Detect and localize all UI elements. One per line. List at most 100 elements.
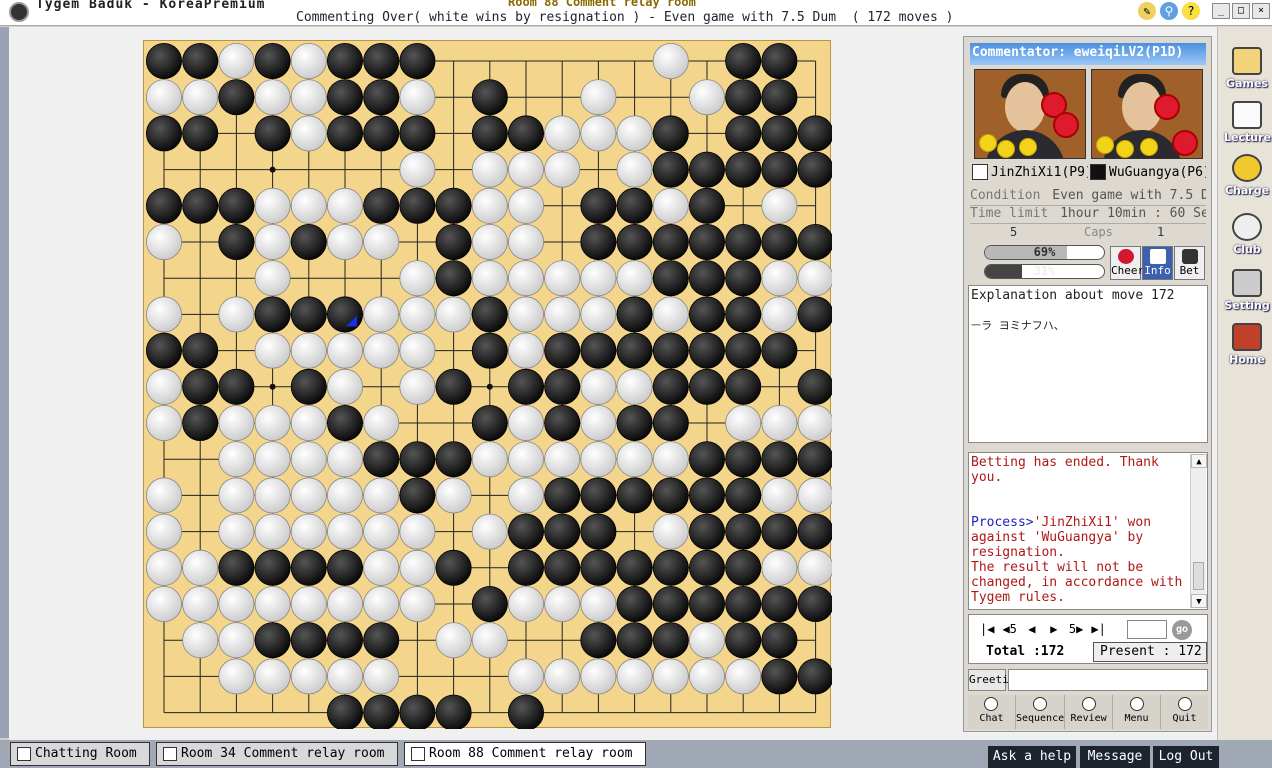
- white-stone: [363, 332, 400, 369]
- board-svg[interactable]: [144, 41, 832, 729]
- fwd5-button[interactable]: 5▶: [1069, 622, 1083, 636]
- black-stone: [145, 115, 183, 152]
- black-stone: [725, 477, 762, 514]
- white-stone: [254, 260, 291, 297]
- black-stone: [616, 477, 653, 514]
- white-stone: [363, 586, 400, 623]
- white-stone: [363, 477, 400, 514]
- chat-log[interactable]: Betting has ended. Thank you. Process>'J…: [968, 452, 1208, 610]
- search-icon[interactable]: ⚲: [1160, 2, 1178, 20]
- black-stone: [363, 42, 400, 80]
- tip-icon[interactable]: ?: [1182, 2, 1200, 20]
- white-stone: [290, 332, 327, 369]
- prev-move-button[interactable]: ◀: [1025, 622, 1039, 636]
- black-stone: [254, 549, 291, 586]
- minimize-button[interactable]: _: [1212, 3, 1230, 19]
- white-stone: [326, 187, 363, 224]
- scroll-down-icon[interactable]: ▼: [1191, 594, 1207, 608]
- white-stone: [507, 404, 544, 441]
- go-board[interactable]: [143, 40, 832, 729]
- menu-button[interactable]: Menu: [1113, 695, 1162, 729]
- black-stone: [652, 223, 689, 260]
- maximize-button[interactable]: □: [1232, 3, 1250, 19]
- people-icon: [1232, 213, 1262, 241]
- scroll-thumb[interactable]: [1193, 562, 1204, 590]
- side-lecture[interactable]: Lecture: [1224, 99, 1271, 145]
- logout-button[interactable]: Log Out: [1153, 746, 1219, 768]
- side-home[interactable]: Home: [1224, 321, 1270, 367]
- white-stone: [290, 79, 327, 116]
- white-stone: [326, 223, 363, 260]
- tab-room-34[interactable]: Room 34 Comment relay room: [156, 742, 398, 766]
- black-stone: [689, 260, 726, 297]
- quit-icon: [1177, 697, 1192, 711]
- tab-chatting-room[interactable]: Chatting Room: [10, 742, 150, 766]
- next-move-button[interactable]: ▶: [1047, 622, 1061, 636]
- white-stone: [652, 296, 689, 333]
- quit-button[interactable]: Quit: [1161, 695, 1208, 729]
- black-stone: [435, 368, 472, 405]
- move-number-input[interactable]: [1127, 620, 1167, 639]
- side-games[interactable]: Games: [1224, 45, 1270, 91]
- note-icon[interactable]: ✎: [1138, 2, 1156, 20]
- black-stone: [471, 115, 508, 152]
- black-stone: [797, 586, 832, 622]
- chat-button[interactable]: Chat: [968, 695, 1016, 729]
- black-stone: [290, 549, 327, 586]
- black-stone: [399, 477, 436, 514]
- white-stone: [616, 115, 653, 152]
- timelimit-value: 1hour 10min : 60 Sec / 5: [1060, 206, 1206, 221]
- chat-scrollbar[interactable]: ▲ ▼: [1190, 454, 1207, 608]
- back5-button[interactable]: ◀5: [1002, 622, 1016, 636]
- message-button[interactable]: Message: [1080, 746, 1150, 768]
- black-stone: [327, 694, 363, 729]
- scroll-up-icon[interactable]: ▲: [1191, 454, 1207, 468]
- black-stone: [218, 79, 255, 116]
- white-stone: [761, 477, 798, 514]
- last-move-button[interactable]: ▶|: [1091, 622, 1105, 636]
- black-stone: [254, 115, 291, 152]
- close-button[interactable]: ×: [1252, 3, 1270, 19]
- black-stone: [689, 549, 726, 586]
- white-stone: [254, 586, 291, 623]
- black-stone: [471, 586, 508, 623]
- left-edge: [0, 27, 9, 738]
- black-stone: [689, 441, 726, 478]
- side-setting[interactable]: Setting: [1224, 267, 1270, 313]
- black-stone: [399, 187, 436, 224]
- cheer-label: Cheer: [1111, 264, 1145, 277]
- white-stone: [218, 622, 255, 659]
- black-stone: [652, 332, 689, 369]
- bet-button[interactable]: Bet: [1174, 246, 1205, 280]
- white-stone: [616, 658, 653, 695]
- side-charge[interactable]: Charge: [1224, 152, 1270, 198]
- player1-info: JinZhiXi1(P9): [972, 162, 1088, 182]
- white-stone: [616, 368, 653, 405]
- side-club[interactable]: Club: [1224, 211, 1270, 257]
- tab-room-88[interactable]: Room 88 Comment relay room: [404, 742, 646, 766]
- white-stone: [725, 658, 762, 695]
- cheer-button[interactable]: Cheer: [1110, 246, 1145, 280]
- white-captures: 5: [1010, 225, 1018, 239]
- go-button[interactable]: go: [1172, 620, 1192, 640]
- white-stone: [218, 477, 255, 514]
- black-stone: [652, 477, 689, 514]
- black-stone: [652, 368, 689, 405]
- review-button[interactable]: Review: [1065, 695, 1114, 729]
- info-button[interactable]: Info: [1142, 246, 1173, 280]
- greeting-button[interactable]: Greeting: [968, 669, 1022, 691]
- white-stone: [399, 368, 436, 405]
- white-stone: [544, 296, 581, 333]
- black-stone: [689, 187, 726, 224]
- first-move-button[interactable]: |◀: [980, 622, 994, 636]
- ask-help-button[interactable]: Ask a help: [988, 746, 1076, 768]
- black-stone: [363, 694, 400, 729]
- sequence-button[interactable]: Sequence: [1016, 695, 1066, 729]
- white-stone: [507, 260, 544, 297]
- black-stone: [761, 151, 798, 188]
- white-stone: [761, 187, 798, 224]
- black-stone: [435, 549, 472, 586]
- greeting-input[interactable]: [1008, 669, 1208, 691]
- black-stone: [652, 404, 689, 441]
- white-stone: [689, 622, 726, 659]
